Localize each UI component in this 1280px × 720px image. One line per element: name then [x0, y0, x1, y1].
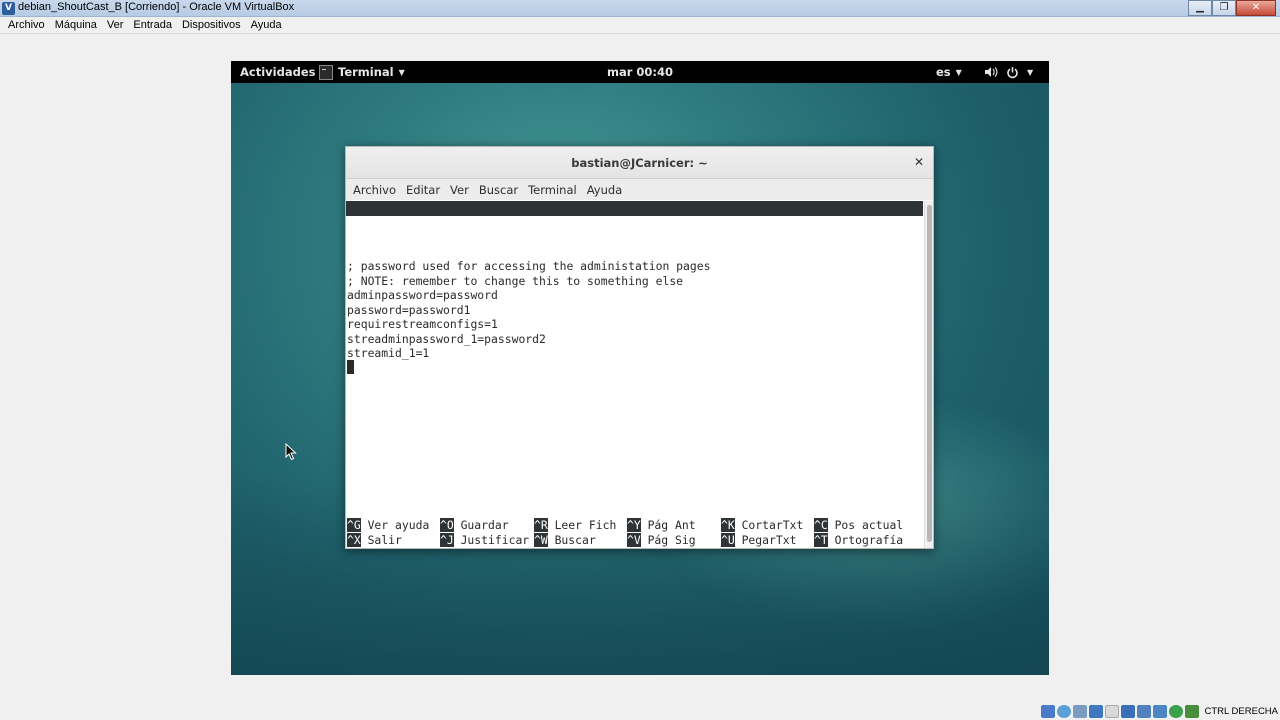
shortcut-ortografia: ^T Ortografía [814, 532, 904, 548]
shortcut-key: ^R [534, 518, 548, 532]
optical-drive-icon[interactable] [1057, 705, 1072, 718]
virtualization-icon[interactable] [1169, 705, 1184, 718]
display-icon[interactable] [1105, 705, 1120, 718]
shortcut-label: Pág Sig [647, 532, 696, 547]
host-key-label: CTRL DERECHA [1204, 706, 1278, 717]
host-window-controls: ▁ ❐ ✕ [1188, 0, 1276, 16]
shortcut-label: Justificar [460, 532, 530, 547]
power-icon [1007, 66, 1018, 78]
nano-version: GNU nano 2.2.6 [360, 216, 457, 230]
host-menubar: Archivo Máquina Ver Entrada Dispositivos… [0, 17, 1280, 34]
shortcut-pegartxt: ^U PegarTxt [721, 532, 797, 548]
shortcut-key: ^J [440, 532, 454, 547]
scrollbar-thumb[interactable] [927, 205, 932, 542]
shortcut-label: Buscar [554, 532, 596, 547]
shortcut-label: Guardar [460, 518, 509, 532]
shortcut-key: ^X [347, 532, 361, 547]
terminal-menu-ver[interactable]: Ver [445, 183, 474, 197]
terminal-content[interactable]: GNU nano 2.2.6 Fichero: sc_serv.conf Mod… [346, 201, 923, 548]
maximize-button[interactable]: ❐ [1212, 0, 1236, 16]
shortcut-pag-sig: ^V Pág Sig [627, 532, 696, 548]
nano-header: GNU nano 2.2.6 Fichero: sc_serv.conf Mod… [346, 201, 923, 260]
close-icon[interactable]: ✕ [914, 155, 924, 169]
shortcut-key: ^V [627, 532, 641, 547]
editor-line[interactable]: requirestreamconfigs=1 [347, 317, 498, 332]
editor-line[interactable]: ; NOTE: remember to change this to somet… [347, 274, 683, 289]
network-icon[interactable] [1121, 705, 1136, 718]
shortcut-salir: ^X Salir [347, 532, 402, 548]
terminal-title: bastian@JCarnicer: ~ [571, 156, 708, 170]
host-menu-maquina[interactable]: Máquina [50, 19, 102, 31]
terminal-menu-archivo[interactable]: Archivo [348, 183, 401, 197]
host-menu-ver[interactable]: Ver [102, 19, 129, 31]
keyboard-layout-label: es [936, 65, 951, 79]
shortcut-key: ^O [440, 518, 454, 532]
terminal-window[interactable]: bastian@JCarnicer: ~ ✕ Archivo Editar Ve… [345, 146, 934, 549]
editor-line[interactable]: password=password1 [347, 303, 470, 318]
shortcut-buscar: ^W Buscar [534, 532, 596, 548]
terminal-titlebar[interactable]: bastian@JCarnicer: ~ ✕ [346, 147, 933, 179]
shortcut-label: PegarTxt [741, 532, 797, 547]
shortcut-key: ^T [814, 532, 828, 547]
editor-line[interactable]: ; password used for accessing the admini… [347, 259, 710, 274]
editor-line[interactable]: streamid_1=1 [347, 346, 429, 361]
shortcut-label: Salir [367, 532, 402, 547]
host-menu-archivo[interactable]: Archivo [3, 19, 50, 31]
shortcut-ver-ayuda: ^G Ver ayuda [347, 518, 429, 533]
editor-line[interactable]: streadminpassword_1=password2 [347, 332, 546, 347]
shortcut-key: ^G [347, 518, 361, 532]
shortcut-leer-fich: ^R Leer Fich [534, 518, 616, 533]
shortcut-key: ^K [721, 518, 735, 532]
virtualbox-icon: V [2, 2, 15, 15]
text-cursor [347, 360, 354, 374]
shortcut-justificar: ^J Justificar [440, 532, 530, 548]
shortcut-label: Ortografía [834, 532, 904, 547]
chevron-down-icon: ▼ [1027, 67, 1034, 77]
guest-screen[interactable]: Actividades Terminal ▼ mar 00:40 es ▼ ▼ … [231, 61, 1049, 675]
host-menu-dispositivos[interactable]: Dispositivos [177, 19, 246, 31]
nano-filename: Fichero: sc_serv.conf [540, 231, 685, 245]
shared-folders-icon[interactable] [1089, 705, 1104, 718]
video-capture-icon[interactable] [1137, 705, 1152, 718]
cpu-icon[interactable] [1153, 705, 1168, 718]
chevron-down-icon: ▼ [955, 67, 962, 77]
shortcut-pos-actual: ^C Pos actual [814, 518, 903, 533]
shortcut-label: Pág Ant [647, 518, 696, 532]
terminal-scrollbar[interactable] [924, 201, 933, 548]
mouse-integration-icon[interactable] [1185, 705, 1200, 718]
gnome-top-bar: Actividades Terminal ▼ mar 00:40 es ▼ ▼ [231, 61, 1049, 83]
nano-modified-status: Modificado [840, 246, 909, 260]
editor-line[interactable]: adminpassword=password [347, 288, 498, 303]
shortcut-key: ^Y [627, 518, 641, 532]
host-window-title: debian_ShoutCast_B [Corriendo] - Oracle … [18, 1, 295, 13]
shortcut-label: Ver ayuda [367, 518, 430, 532]
hard-disk-icon[interactable] [1041, 705, 1056, 718]
shortcut-label: Pos actual [834, 518, 904, 532]
shortcut-label: Leer Fich [554, 518, 617, 532]
keyboard-layout-button[interactable]: es ▼ [936, 65, 962, 79]
terminal-menu-terminal[interactable]: Terminal [523, 183, 582, 197]
host-status-bar: CTRL DERECHA [0, 703, 1280, 720]
clock[interactable]: mar 00:40 [231, 65, 1049, 79]
terminal-menu-ayuda[interactable]: Ayuda [582, 183, 628, 197]
shortcut-cortartxt: ^K CortarTxt [721, 518, 803, 533]
terminal-menu-editar[interactable]: Editar [401, 183, 445, 197]
shortcut-key: ^U [721, 532, 735, 547]
shortcut-key: ^W [534, 532, 548, 547]
host-menu-entrada[interactable]: Entrada [128, 19, 177, 31]
close-button[interactable]: ✕ [1236, 0, 1276, 16]
host-titlebar: V debian_ShoutCast_B [Corriendo] - Oracl… [0, 0, 1280, 17]
shortcut-guardar: ^O Guardar [440, 518, 509, 533]
terminal-menubar: Archivo Editar Ver Buscar Terminal Ayuda [346, 179, 933, 200]
host-menu-ayuda[interactable]: Ayuda [246, 19, 287, 31]
minimize-button[interactable]: ▁ [1188, 0, 1212, 16]
shortcut-key: ^C [814, 518, 828, 532]
volume-icon [985, 67, 998, 77]
system-status-menu[interactable]: ▼ [984, 63, 1033, 81]
usb-icon[interactable] [1073, 705, 1088, 718]
shortcut-label: CortarTxt [741, 518, 804, 532]
terminal-menu-buscar[interactable]: Buscar [474, 183, 523, 197]
mouse-pointer-icon [285, 443, 297, 461]
shortcut-pag-ant: ^Y Pág Ant [627, 518, 696, 533]
